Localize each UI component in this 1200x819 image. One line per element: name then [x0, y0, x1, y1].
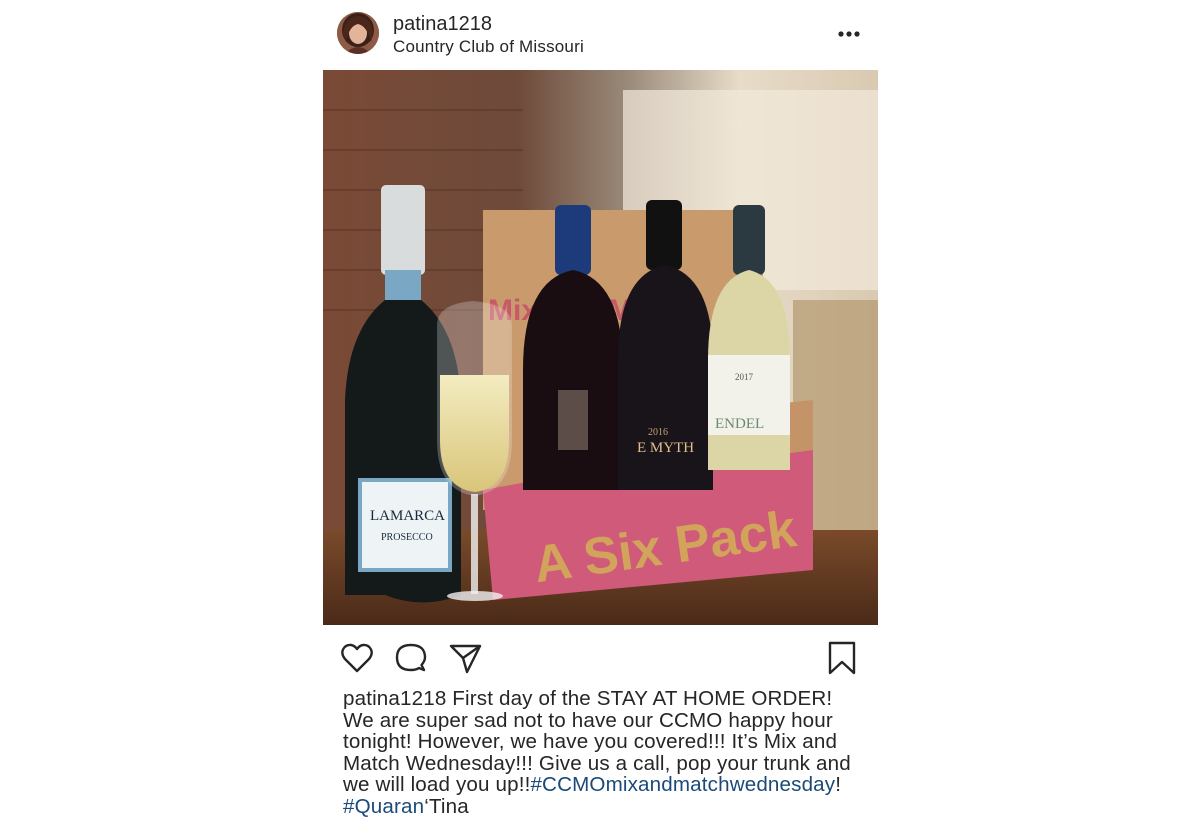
post-location[interactable]: Country Club of Missouri	[393, 37, 584, 57]
white-label: ENDEL	[715, 416, 764, 432]
share-button[interactable]	[448, 641, 482, 675]
more-horizontal-icon	[838, 31, 860, 37]
instagram-post: patina1218 Country Club of Missouri A Si…	[323, 0, 878, 819]
avatar[interactable]	[337, 12, 379, 54]
send-icon	[449, 644, 482, 674]
myth-label: E MYTH	[637, 440, 694, 456]
avatar-image	[337, 12, 379, 54]
save-button[interactable]	[825, 641, 859, 675]
comment-button[interactable]	[394, 641, 428, 675]
caption-username[interactable]: patina1218	[343, 687, 446, 710]
hashtag-quaran[interactable]: #Quaran	[343, 795, 424, 818]
lamarca-label: LAMARCA	[370, 508, 445, 524]
post-image[interactable]: A Six Pack Mix and Match 2016 E MYTH 201…	[323, 70, 878, 625]
hashtag-ccmo[interactable]: #CCMOmixandmatchwednesday	[530, 773, 835, 796]
white-year-label: 2017	[735, 372, 754, 382]
post-actions	[323, 625, 878, 689]
comment-icon	[395, 643, 427, 672]
like-button[interactable]	[340, 641, 374, 675]
post-username[interactable]: patina1218	[393, 13, 492, 35]
myth-year-label: 2016	[648, 427, 668, 438]
prosecco-label: PROSECCO	[381, 532, 433, 543]
caption-after-tag-2: ‘Tina	[424, 794, 469, 818]
wine-six-pack-photo: A Six Pack Mix and Match 2016 E MYTH 201…	[323, 70, 878, 625]
heart-icon	[341, 643, 373, 673]
post-header: patina1218 Country Club of Missouri	[323, 0, 878, 70]
post-caption: patina1218 First day of the STAY AT HOME…	[343, 688, 863, 817]
bookmark-icon	[828, 641, 856, 675]
more-options-button[interactable]	[831, 22, 867, 46]
caption-after-tag-1: !	[835, 773, 842, 796]
